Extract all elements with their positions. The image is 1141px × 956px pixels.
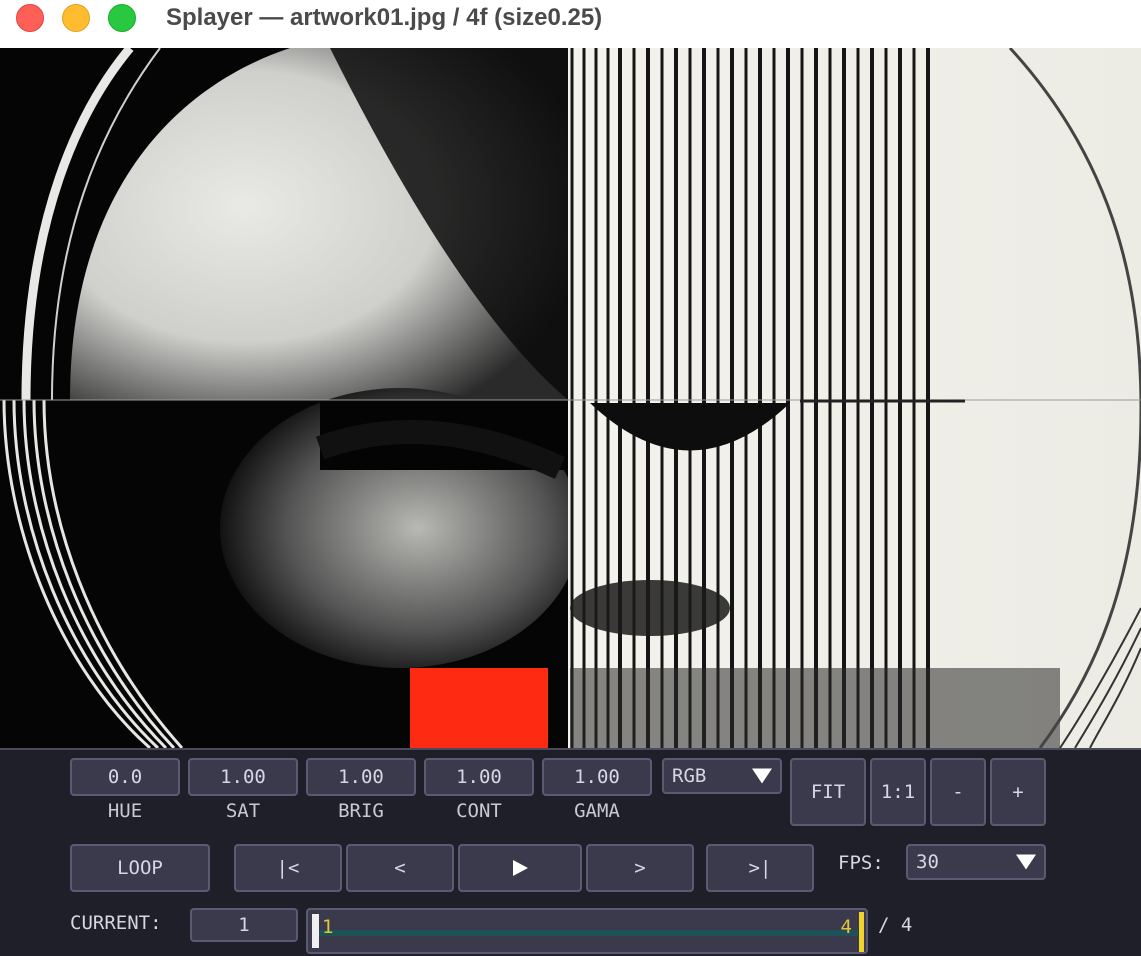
current-frame-label: CURRENT: xyxy=(70,912,162,934)
hue-label: HUE xyxy=(107,800,143,822)
minimize-window-button[interactable] xyxy=(62,4,90,32)
timeline-end-handle[interactable] xyxy=(859,912,864,952)
loop-button[interactable]: LOOP xyxy=(70,844,210,892)
frame-timeline[interactable]: 1 4 xyxy=(306,908,868,954)
maximize-window-button[interactable] xyxy=(108,4,136,32)
brightness-input[interactable]: 1.00 xyxy=(306,758,416,796)
first-frame-button[interactable]: |< xyxy=(234,844,342,892)
play-icon xyxy=(513,860,528,876)
last-frame-button[interactable]: >| xyxy=(706,844,814,892)
hue-input[interactable]: 0.0 xyxy=(70,758,180,796)
saturation-label: SAT xyxy=(225,800,261,822)
gamma-label: GAMA xyxy=(574,800,620,822)
zoom-in-button[interactable]: + xyxy=(990,758,1046,826)
image-viewport[interactable] xyxy=(0,48,1141,748)
timeline-start-handle[interactable] xyxy=(312,914,319,948)
fit-button[interactable]: FIT xyxy=(790,758,866,826)
channel-select[interactable]: RGB xyxy=(662,758,782,794)
total-frames-label: / 4 xyxy=(878,914,913,936)
fps-label: FPS: xyxy=(838,852,884,874)
chevron-down-icon xyxy=(1016,854,1036,870)
next-frame-button[interactable]: > xyxy=(586,844,694,892)
fps-select-value: 30 xyxy=(916,851,939,873)
play-button[interactable] xyxy=(458,844,582,892)
saturation-input[interactable]: 1.00 xyxy=(188,758,298,796)
title-bar: Splayer — artwork01.jpg / 4f (size0.25) xyxy=(0,0,1141,48)
timeline-start-label: 1 xyxy=(322,916,334,938)
brightness-label: BRIG xyxy=(338,800,384,822)
current-frame-input[interactable]: 1 xyxy=(190,908,298,942)
fps-select[interactable]: 30 xyxy=(906,844,1046,880)
control-panel: 0.0 HUE 1.00 SAT 1.00 BRIG 1.00 CONT 1.0… xyxy=(0,748,1141,956)
previous-frame-button[interactable]: < xyxy=(346,844,454,892)
timeline-track xyxy=(316,930,858,936)
artwork-image xyxy=(0,48,1141,748)
close-window-button[interactable] xyxy=(16,4,44,32)
zoom-out-button[interactable]: - xyxy=(930,758,986,826)
gamma-input[interactable]: 1.00 xyxy=(542,758,652,796)
channel-select-value: RGB xyxy=(672,765,707,787)
contrast-input[interactable]: 1.00 xyxy=(424,758,534,796)
contrast-label: CONT xyxy=(456,800,502,822)
window-title: Splayer — artwork01.jpg / 4f (size0.25) xyxy=(166,4,603,31)
chevron-down-icon xyxy=(752,768,772,784)
actual-size-button[interactable]: 1:1 xyxy=(870,758,926,826)
timeline-end-label: 4 xyxy=(840,916,852,938)
